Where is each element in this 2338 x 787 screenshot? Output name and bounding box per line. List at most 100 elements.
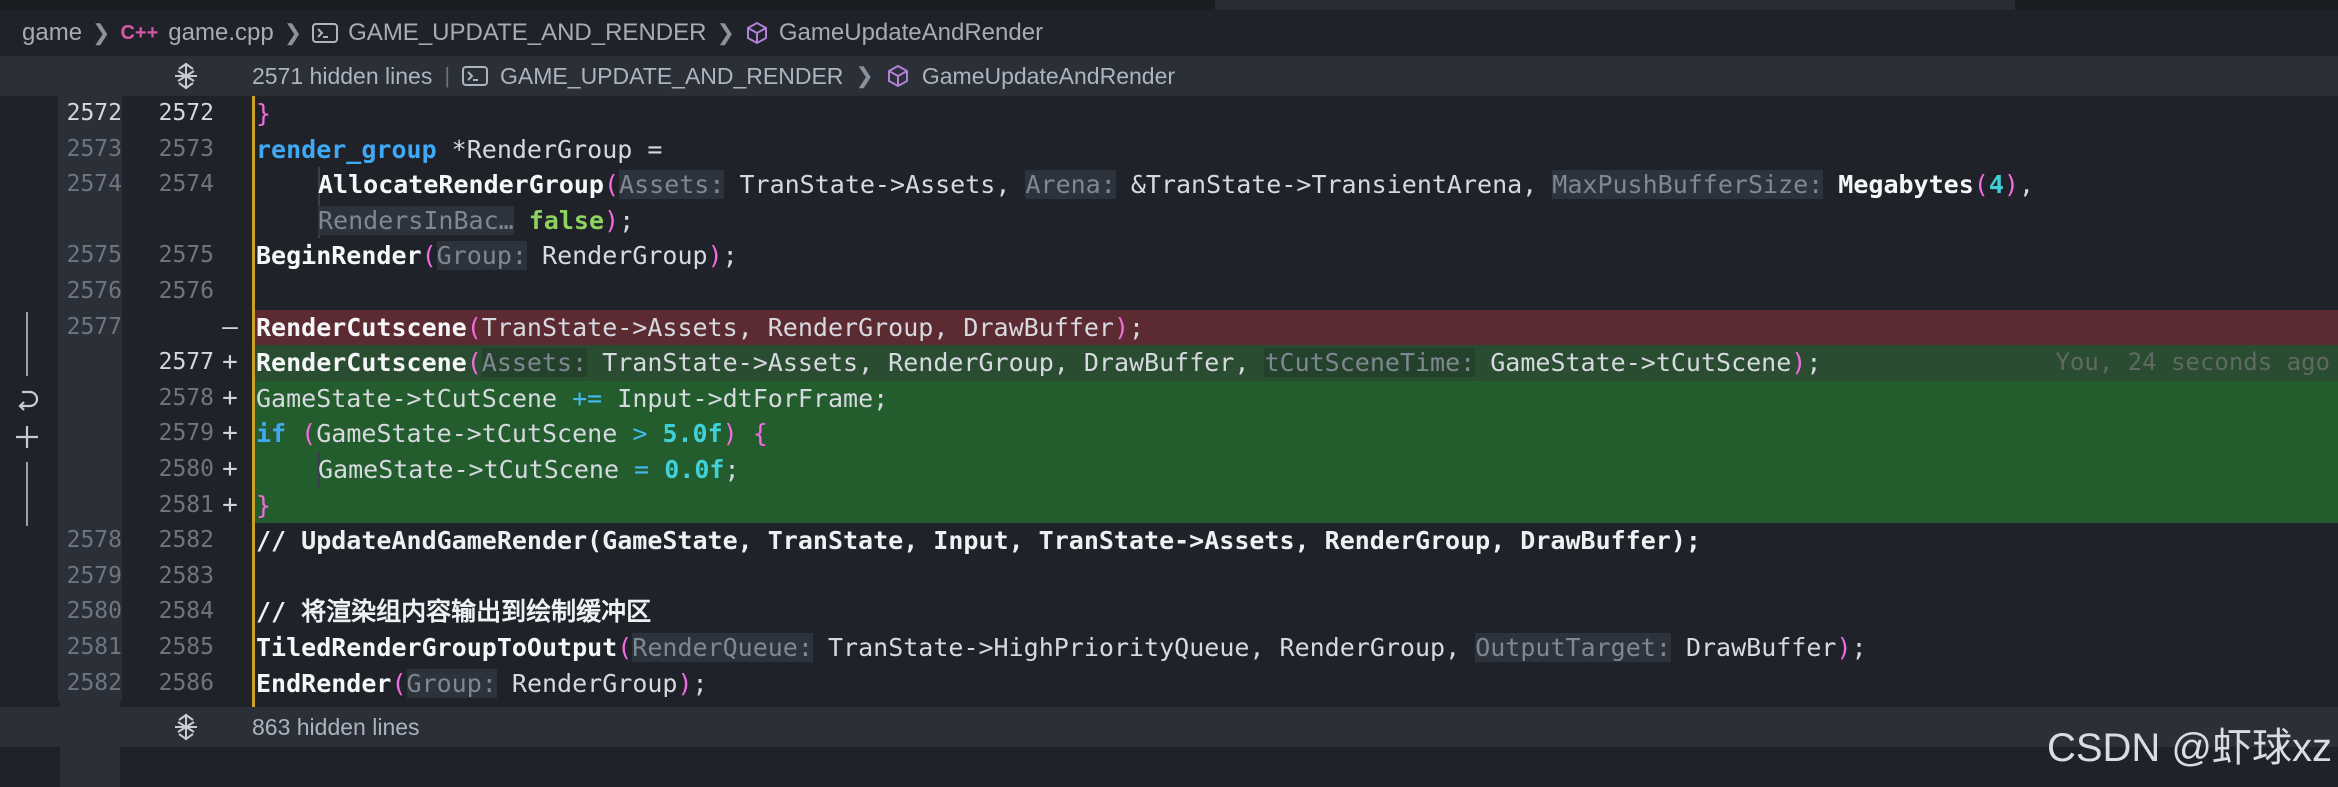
plus-icon[interactable] [12, 422, 42, 452]
code-line[interactable]: 2572 2572} [0, 96, 2338, 132]
breadcrumb-file[interactable]: game.cpp [168, 19, 273, 47]
unfold-icon[interactable] [170, 711, 202, 743]
code-line[interactable]: RendersInBac… false); [0, 202, 2338, 239]
hidden-lines-function: GameUpdateAndRender [921, 62, 1176, 89]
code-text: TiledRenderGroupToOutput(RenderQueue: Tr… [256, 633, 1867, 662]
line-number-new: 2579 [158, 420, 214, 447]
code-line[interactable]: 2581 2585 TiledRenderGroupToOutput(RenderQ… [0, 630, 2338, 666]
diff-line-inserted[interactable]: 2578 + GameState->tCutScene += Input->dtFo… [0, 380, 2338, 417]
code-text: } [256, 96, 271, 132]
line-number-new: 2573 [158, 135, 214, 162]
gutter-bottom [60, 747, 120, 787]
code-text: RenderCutscene(TranState->Assets, Render… [256, 312, 1145, 342]
line-background [252, 96, 2338, 132]
identifier: GameState->tCutScene [316, 419, 618, 449]
line-number-new: 2578 [158, 384, 214, 411]
inlay-hint: Assets: [619, 170, 725, 200]
code-text: BeginRender(Group: RenderGroup); [256, 241, 738, 271]
chevron-right-icon: ❯ [855, 63, 874, 88]
hidden-lines-label: 863 hidden lines [252, 713, 420, 740]
code-line[interactable]: 2578 2582 // UpdateAndGameRender(GameState… [0, 523, 2338, 559]
line-background [252, 274, 2338, 310]
diff-editor[interactable]: 2572 2572} 2573 2573 render_group *RenderGro… [0, 96, 2338, 707]
tab-strip-edge-active [1215, 0, 2015, 10]
method-cube-icon [886, 64, 910, 88]
breadcrumb-function[interactable]: GameUpdateAndRender [779, 19, 1043, 47]
code-line[interactable]: 2579 2583 [0, 558, 2338, 595]
operator: += [572, 383, 603, 413]
hidden-lines-bottom[interactable]: 863 hidden lines [0, 707, 2338, 747]
code-line[interactable]: 2574 2574 AllocateRenderGroup(Assets: Tran… [0, 167, 2338, 203]
function-name: TiledRenderGroupToOutput [256, 633, 618, 662]
inlay-hint: Group: [406, 668, 497, 698]
line-number-old [58, 416, 122, 452]
line-number-new: 2576 [158, 278, 214, 304]
operator: = [634, 455, 650, 484]
operator: > [632, 419, 648, 449]
close-brace: } [256, 490, 272, 520]
diff-marker [218, 238, 242, 274]
code-line[interactable]: 2573 2573 render_group *RenderGroup = [0, 131, 2338, 168]
inlay-hint: Assets: [481, 348, 588, 378]
inlay-hint: Group: [436, 241, 527, 271]
watermark: CSDN @虾球xz [2046, 726, 2332, 770]
inlay-hint: MaxPushBufferSize: [1552, 170, 1824, 200]
type-name: render_group [256, 134, 437, 164]
function-name: RenderCutscene [256, 312, 467, 342]
code-text: GameState->tCutScene += Input->dtForFram… [256, 381, 888, 417]
identifier: Input->dtForFrame; [617, 383, 889, 413]
breadcrumb-macro[interactable]: GAME_UPDATE_AND_RENDER [348, 19, 706, 47]
line-number-old: 2581 [58, 630, 122, 666]
bool-literal: false [528, 205, 604, 235]
code-text: // 将渲染组内容输出到绘制缓冲区 [256, 594, 651, 630]
number-literal: 5.0 [662, 419, 708, 449]
function-name: AllocateRenderGroup [318, 170, 604, 200]
line-number-old: 2576 [58, 274, 122, 310]
inlay-hint: Arena: [1025, 170, 1116, 200]
function-name: BeginRender [256, 241, 422, 271]
diff-line-inserted[interactable]: 2577 + RenderCutscene(Assets: TranState->A… [0, 345, 2338, 381]
change-bar [26, 312, 28, 376]
argument: GameState->tCutScene [1490, 348, 1792, 378]
line-number-new: 2586 [158, 669, 214, 696]
diff-line-inserted[interactable]: 2579 + if (GameState->tCutScene > 5.0f) { [0, 416, 2338, 452]
inlay-hint: OutputTarget: [1475, 633, 1671, 662]
argument: TranState->Assets, RenderGroup, DrawBuff… [481, 312, 1114, 342]
code-line[interactable]: 2575 2575 BeginRender(Group: RenderGroup); [0, 238, 2338, 274]
line-number-old: 2574 [58, 167, 122, 203]
function-name: EndRender [256, 668, 392, 698]
diff-line-deleted[interactable]: 2577 — RenderCutscene(TranState->Assets, R… [0, 309, 2338, 346]
code-text: RendersInBac… false); [318, 205, 635, 235]
argument: TranState->Assets, [739, 170, 1011, 200]
code-text: render_group *RenderGroup = [256, 132, 662, 168]
code-line[interactable]: 2576 2576 [0, 274, 2338, 310]
line-number-new: 2581 [158, 491, 214, 518]
line-number-old: 2575 [58, 238, 122, 274]
revert-icon[interactable] [12, 386, 42, 416]
line-number-old: 2572 [58, 96, 122, 132]
unfold-icon[interactable] [170, 60, 202, 92]
git-blame-annotation: You, 24 seconds ago [2055, 348, 2330, 377]
line-background [252, 559, 2338, 595]
hidden-lines-top[interactable]: 2571 hidden lines | GAME_UPDATE_AND_REND… [0, 56, 2338, 96]
code-line[interactable]: 2582 2586 EndRender(Group: RenderGroup); [0, 665, 2338, 702]
diff-line-inserted[interactable]: 2581 +} [0, 487, 2338, 524]
argument: RenderGroup [542, 241, 708, 271]
function-name: Megabytes [1838, 170, 1974, 200]
open-brace: { [752, 419, 768, 449]
line-number-new: 2582 [158, 527, 214, 554]
diff-marker: + [222, 382, 238, 413]
number-suffix: f [707, 419, 723, 449]
breadcrumb-folder[interactable]: game [22, 19, 82, 47]
diff-marker [218, 666, 242, 702]
identifier: GameState->tCutScene [256, 383, 558, 413]
diff-marker [218, 594, 242, 630]
diff-line-inserted[interactable]: 2580 + GameState->tCutScene = 0.0f; [0, 452, 2338, 488]
line-number-new: 2584 [158, 598, 214, 625]
inlay-hint: tCutSceneTime: [1264, 348, 1476, 378]
line-number-new: 2575 [158, 242, 214, 269]
indent-guide-active [252, 96, 255, 707]
diff-marker [218, 630, 242, 666]
comment: // 将渲染组内容输出到绘制缓冲区 [256, 597, 652, 627]
code-line[interactable]: 2580 2584 // 将渲染组内容输出到绘制缓冲区 [0, 594, 2338, 630]
